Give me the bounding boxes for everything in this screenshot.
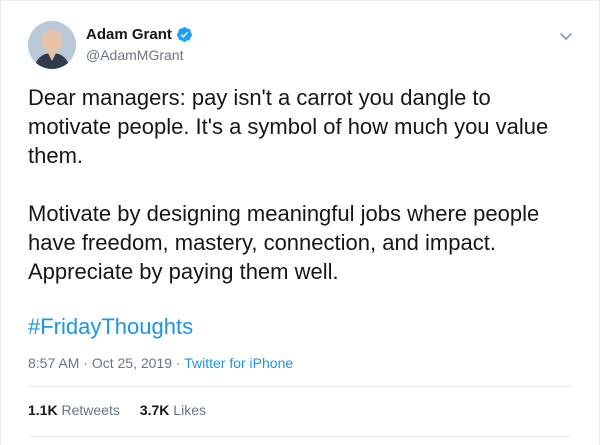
retweets-stat[interactable]: 1.1K Retweets <box>28 402 120 418</box>
tweet-date[interactable]: Oct 25, 2019 <box>92 355 172 371</box>
chevron-down-icon[interactable] <box>558 28 574 44</box>
divider <box>28 436 572 437</box>
tweet-card: Adam Grant @AdamMGrant Dear managers: pa… <box>0 0 600 445</box>
tweet-metadata: 8:57 AM · Oct 25, 2019 · Twitter for iPh… <box>28 355 293 371</box>
avatar[interactable] <box>28 21 76 69</box>
retweets-label: Retweets <box>61 402 120 418</box>
meta-separator: · <box>175 355 181 371</box>
tweet-time[interactable]: 8:57 AM <box>28 355 79 371</box>
tweet-source-link[interactable]: Twitter for iPhone <box>184 355 293 371</box>
tweet-text: Dear managers: pay isn't a carrot you da… <box>28 85 549 284</box>
likes-label: Likes <box>173 402 206 418</box>
user-handle[interactable]: @AdamMGrant <box>86 47 183 63</box>
author-name-row[interactable]: Adam Grant <box>86 26 193 43</box>
divider <box>28 386 572 387</box>
retweets-count: 1.1K <box>28 402 58 418</box>
likes-count: 3.7K <box>139 402 170 418</box>
meta-separator: · <box>83 355 88 371</box>
display-name[interactable]: Adam Grant <box>86 26 172 43</box>
engagement-stats: 1.1K Retweets 3.7K Likes <box>28 402 206 418</box>
likes-stat[interactable]: 3.7K Likes <box>140 402 206 418</box>
hashtag-link[interactable]: #FridayThoughts <box>28 314 193 340</box>
verified-badge-icon <box>176 27 192 42</box>
